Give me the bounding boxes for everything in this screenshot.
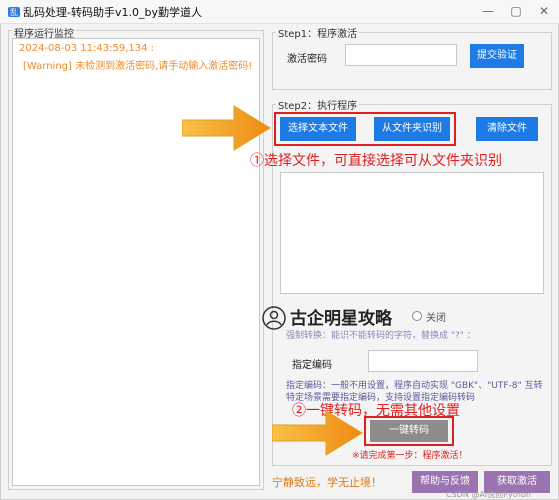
arrow-icon <box>182 105 271 151</box>
window-title: 乱码处理-转码助手v1.0_by勤学道人 <box>23 6 202 19</box>
submit-verify-button[interactable]: 提交验证 <box>470 44 524 68</box>
maximize-button[interactable]: ▢ <box>508 4 524 18</box>
annotation-text-1: ①选择文件，可直接选择可从文件夹识别 <box>250 153 502 169</box>
file-list-area[interactable] <box>280 172 544 294</box>
watermark: CSDN @AI悦创Python <box>446 490 531 499</box>
encoding-label: 指定编码 <box>292 360 332 371</box>
svg-text:乱: 乱 <box>10 7 18 17</box>
clear-files-button[interactable]: 清除文件 <box>476 117 538 141</box>
title-bar: 乱 乱码处理-转码助手v1.0_by勤学道人 — ▢ ✕ <box>0 0 559 24</box>
app-icon: 乱 <box>8 7 20 17</box>
step2-title: Step2：执行程序 <box>276 97 360 112</box>
password-input[interactable] <box>345 44 457 66</box>
close-button[interactable]: ✕ <box>536 4 552 18</box>
select-text-file-button[interactable]: 选择文本文件 <box>280 117 356 141</box>
log-line: [Warning] 未检测到激活密码,请手动输入激活密码! <box>23 61 253 72</box>
step1-title: Step1：程序激活 <box>276 25 360 40</box>
toggle-label: 关闭 <box>426 313 446 324</box>
log-line: 2024-08-03 11:43:59,134 : <box>19 43 155 54</box>
person-icon <box>262 306 286 330</box>
minimize-button[interactable]: — <box>480 4 496 18</box>
forced-convert-hint: 强制转换：能识不能转码的字符，替换成 "?" ： <box>286 331 476 341</box>
one-click-convert-button[interactable]: 一键转码 <box>370 420 448 442</box>
overlay-title: 古企明星攻略 <box>290 309 392 329</box>
toggle-radio[interactable] <box>412 311 422 321</box>
arrow-icon <box>272 410 363 456</box>
encoding-input[interactable] <box>368 350 478 372</box>
convert-warning: ※请完成第一步：程序激活！ <box>352 451 468 461</box>
password-label: 激活密码 <box>287 54 327 65</box>
identify-from-folder-button[interactable]: 从文件夹识别 <box>374 117 450 141</box>
footer-motto: 宁静致远，学无止境！ <box>272 476 382 489</box>
